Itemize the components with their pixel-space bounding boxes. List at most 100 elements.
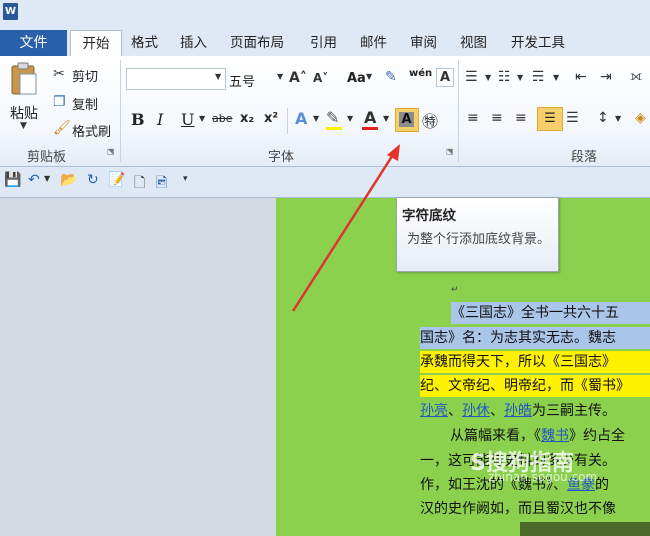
increase-indent-icon[interactable]: ⇥	[600, 69, 612, 85]
doc-line-1[interactable]: 《三国志》全书一共六十五	[451, 302, 650, 324]
bullets-icon[interactable]: ☰	[465, 69, 478, 85]
align-right-icon[interactable]: ≡	[515, 110, 527, 126]
numbering-icon[interactable]: ☷	[498, 69, 511, 85]
line-spacing-icon[interactable]: ↕	[597, 110, 609, 126]
char-shading-button[interactable]: A	[395, 108, 419, 132]
link-sun-liang[interactable]: 孙亮	[420, 403, 448, 419]
font-group-label: 字体	[268, 150, 295, 165]
doc-line-4[interactable]: 纪、文帝纪、明帝纪，而《蜀书》	[420, 375, 650, 397]
tab-developer[interactable]: 开发工具	[511, 32, 565, 54]
bold-button[interactable]: B	[131, 110, 145, 129]
format-painter-button[interactable]: 格式刷	[72, 121, 111, 140]
redo-icon[interactable]: ↻	[87, 172, 99, 188]
link-wei-shu[interactable]: 魏书	[541, 428, 569, 444]
undo-icon[interactable]: ↶	[28, 172, 40, 188]
shading-icon[interactable]: ◈	[635, 110, 646, 126]
font-color-bar	[362, 127, 378, 130]
tab-format[interactable]: 格式	[131, 32, 158, 54]
enclose-char-icon[interactable]: ㊕	[422, 108, 438, 132]
tab-insert[interactable]: 插入	[180, 32, 207, 54]
tab-review[interactable]: 审阅	[410, 32, 437, 54]
doc-line-3[interactable]: 承魏而得天下，所以《三国志》	[420, 351, 650, 373]
paragraph-group-label: 段落	[571, 150, 598, 165]
text-effects-dropdown-icon[interactable]: ▼	[313, 114, 319, 123]
multilevel-list-icon[interactable]: ☴	[532, 69, 545, 85]
group-separator-2	[458, 60, 459, 162]
cut-button[interactable]: 剪切	[72, 66, 98, 85]
word-logo-icon: W	[3, 3, 18, 20]
tab-mailings[interactable]: 邮件	[360, 32, 387, 54]
clipboard-group-label: 剪贴板	[27, 150, 67, 165]
strikethrough-button[interactable]: abe	[212, 112, 233, 125]
customize-qat-icon[interactable]: ▾	[183, 174, 188, 184]
highlight-color-bar	[326, 127, 342, 130]
image-fragment	[520, 522, 650, 536]
phonetic-guide-button[interactable]: wén	[409, 68, 432, 79]
save-icon[interactable]: 💾	[4, 172, 21, 188]
distributed-icon[interactable]: ☰	[566, 110, 579, 126]
font-color-dropdown-icon[interactable]: ▼	[383, 114, 389, 123]
line-spacing-dropdown-icon[interactable]: ▼	[615, 114, 621, 123]
paste-button[interactable]: 粘贴	[10, 103, 38, 123]
align-center-icon[interactable]: ≡	[491, 110, 503, 126]
char-border-icon[interactable]: A	[436, 68, 454, 87]
paste-icon[interactable]	[8, 60, 40, 100]
title-bar: W	[0, 0, 650, 28]
group-separator	[120, 60, 121, 162]
link-sun-hao[interactable]: 孙皓	[504, 403, 532, 419]
new-doc-icon[interactable]: 🗋	[134, 172, 145, 196]
numbering-dropdown-icon[interactable]: ▼	[517, 73, 523, 82]
copy-button[interactable]: 复制	[72, 94, 98, 113]
chinese-layout-icon[interactable]: ⟗	[630, 68, 642, 84]
dialog-launcher-icon[interactable]: ⬔	[107, 147, 115, 156]
tooltip-description: 为整个行添加底纹背景。	[407, 232, 551, 247]
font-name-combo[interactable]	[126, 68, 226, 90]
font-dialog-launcher-icon[interactable]: ⬔	[446, 147, 454, 156]
open-folder-icon[interactable]: 📂	[60, 172, 77, 188]
paragraph-mark: ↵	[451, 285, 459, 295]
superscript-button[interactable]: x²	[264, 111, 278, 126]
justify-icon: ☰	[544, 111, 556, 126]
font-name-dropdown-icon[interactable]: ▼	[215, 72, 221, 81]
bullets-dropdown-icon[interactable]: ▼	[485, 73, 491, 82]
scissors-icon: ✂	[53, 66, 65, 82]
clear-format-icon[interactable]: ✎	[385, 69, 397, 85]
tab-references[interactable]: 引用	[310, 32, 337, 54]
multilevel-dropdown-icon[interactable]: ▼	[553, 73, 559, 82]
text-effects-icon[interactable]: A	[295, 109, 307, 128]
change-case-dropdown-icon[interactable]: ▼	[366, 72, 372, 81]
undo-dropdown-icon[interactable]: ▼	[44, 174, 50, 183]
watermark-url: zhinan.sogou.com	[488, 470, 598, 484]
shrink-font-icon[interactable]: A˅	[313, 71, 328, 85]
tab-home[interactable]: 开始	[70, 30, 122, 57]
doc-line-9[interactable]: 汉的史作阙如，而且蜀汉也不像	[420, 498, 616, 520]
paste-dropdown-icon[interactable]: ▼	[20, 121, 27, 131]
doc-line-6[interactable]: 从篇幅来看，《魏书》约占全	[450, 425, 625, 447]
underline-button[interactable]: U	[181, 110, 194, 129]
highlight-dropdown-icon[interactable]: ▼	[347, 114, 353, 123]
align-left-icon[interactable]: ≡	[467, 110, 479, 126]
char-shading-icon: A	[399, 112, 414, 127]
underline-dropdown-icon[interactable]: ▼	[199, 114, 205, 123]
change-case-button[interactable]: Aa	[347, 71, 366, 86]
subscript-button[interactable]: x₂	[240, 111, 254, 126]
grow-font-icon[interactable]: A˄	[289, 70, 307, 86]
italic-button[interactable]: I	[157, 110, 163, 129]
doc-line-5[interactable]: 孙亮、孙休、孙皓为三嗣主传。	[420, 400, 616, 422]
tab-view[interactable]: 视图	[460, 32, 487, 54]
tab-page-layout[interactable]: 页面布局	[230, 32, 284, 54]
doc-line-2[interactable]: 国志》名：为志其实无志。魏志	[420, 327, 650, 349]
tab-file[interactable]: 文件	[0, 30, 67, 56]
quick-access-toolbar: 💾 ↶ ▼ 📂 ↻ 📝 🗋 🖻 ▾	[0, 167, 650, 198]
tooltip-title: 字符底纹	[402, 208, 456, 224]
tooltip: 字符底纹 为整个行添加底纹背景。	[396, 197, 559, 272]
font-color-icon[interactable]: A	[364, 108, 376, 127]
font-size-value[interactable]: 五号	[229, 71, 255, 90]
justify-button[interactable]: ☰	[537, 107, 563, 131]
font-size-dropdown-icon[interactable]: ▼	[277, 72, 283, 81]
decrease-indent-icon[interactable]: ⇤	[575, 69, 587, 85]
highlight-color-icon[interactable]: ✎	[326, 108, 339, 127]
link-sun-xiu[interactable]: 孙休	[462, 403, 490, 419]
print-preview-icon[interactable]: 🖻	[156, 172, 167, 196]
edit-doc-icon[interactable]: 📝	[108, 172, 125, 188]
